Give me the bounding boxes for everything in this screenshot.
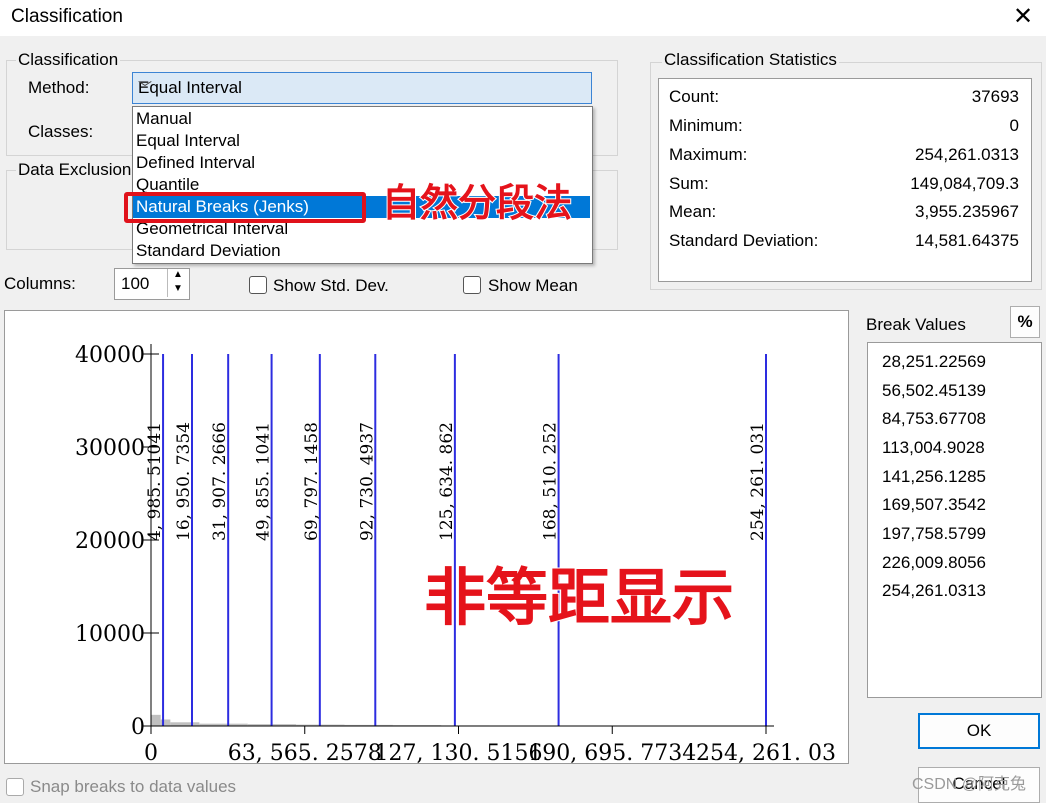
watermark: CSDN @阿克兔 — [912, 776, 1027, 793]
break-value[interactable]: 56,502.45139 — [882, 381, 986, 409]
chevron-down-icon: ﹀ — [138, 80, 152, 96]
break-value[interactable]: 141,256.1285 — [882, 467, 986, 495]
break-line-label: 31, 907. 2666 — [210, 422, 230, 541]
break-value[interactable]: 84,753.67708 — [882, 409, 986, 437]
break-value[interactable]: 254,261.0313 — [882, 581, 986, 609]
stat-key: Standard Deviation: — [669, 231, 819, 250]
method-option-defined-interval[interactable]: Defined Interval — [133, 152, 590, 174]
x-tick-label: 254, 261. 03 — [696, 741, 836, 763]
percent-button[interactable]: % — [1010, 306, 1040, 338]
stat-value: 149,084,709.3 — [910, 174, 1019, 193]
break-line-label: 168, 510. 252 — [541, 422, 561, 541]
show-std-dev-label: Show Std. Dev. — [273, 276, 389, 295]
histogram-chart: 4, 985. 51041 16, 950. 7354 31, 907. 2666 4… — [75, 343, 836, 763]
method-option-equal-interval[interactable]: Equal Interval — [133, 130, 590, 152]
break-value[interactable]: 169,507.3542 — [882, 495, 986, 523]
stat-key: Sum: — [669, 174, 709, 193]
stat-row-count: Count: 37693 — [669, 87, 1019, 115]
stat-row-sum: Sum: 149,084,709.3 — [669, 174, 1019, 202]
stat-value: 0 — [1009, 116, 1019, 135]
histogram-bar — [151, 714, 161, 726]
break-line-label: 125, 634. 862 — [437, 422, 457, 541]
x-tick-label: 190, 695. 7734 — [528, 741, 696, 763]
stat-row-std-dev: Standard Deviation: 14,581.64375 — [669, 231, 1019, 259]
break-line-label: 254, 261. 031 — [748, 422, 768, 541]
window-title: Classification — [11, 6, 123, 27]
y-tick-label: 20000 — [75, 529, 145, 554]
close-icon[interactable]: ✕ — [1010, 3, 1036, 31]
snap-breaks-checkbox[interactable] — [6, 778, 24, 796]
histogram-plot[interactable]: 4, 985. 51041 16, 950. 7354 31, 907. 2666 4… — [4, 310, 849, 764]
break-line-label: 16, 950. 7354 — [174, 422, 194, 541]
break-value[interactable]: 28,251.22569 — [882, 352, 986, 380]
stat-row-maximum: Maximum: 254,261.0313 — [669, 145, 1019, 173]
break-line-label: 92, 730. 4937 — [357, 422, 377, 541]
break-line-label: 49, 855. 1041 — [254, 422, 274, 541]
break-value[interactable]: 113,004.9028 — [882, 438, 985, 466]
method-option-manual[interactable]: Manual — [133, 108, 590, 130]
snap-breaks-label: Snap breaks to data values — [30, 777, 237, 796]
stat-value: 3,955.235967 — [915, 202, 1019, 221]
statistics-box: Count: 37693 Minimum: 0 Maximum: 254,261.03… — [658, 78, 1032, 282]
break-values-label: Break Values — [866, 315, 966, 334]
ok-button[interactable]: OK — [918, 713, 1040, 749]
show-std-dev-checkbox[interactable] — [249, 276, 267, 294]
y-tick-label: 40000 — [75, 343, 145, 368]
columns-label: Columns: — [4, 274, 76, 293]
x-tick-label: 0 — [144, 741, 158, 763]
stat-row-mean: Mean: 3,955.235967 — [669, 202, 1019, 230]
y-tick-label: 0 — [131, 715, 145, 740]
columns-value: 100 — [121, 274, 150, 293]
break-values-list[interactable]: 28,251.22569 56,502.45139 84,753.67708 1… — [867, 342, 1042, 698]
break-line-label: 4, 985. 51041 — [145, 422, 165, 541]
x-tick-label: 127, 130. 5156 — [375, 741, 543, 763]
spin-down-icon[interactable]: ▼ — [167, 283, 188, 297]
stat-value: 14,581.64375 — [915, 231, 1019, 250]
unequal-display-annotation: 非等距显示 — [423, 561, 735, 635]
data-exclusion-label: Data Exclusion — [16, 160, 132, 180]
show-mean-label: Show Mean — [488, 276, 578, 295]
title-bar — [0, 0, 1046, 36]
spin-up-icon[interactable]: ▲ — [167, 269, 188, 283]
y-tick-label: 30000 — [75, 436, 145, 461]
stat-key: Minimum: — [669, 116, 743, 135]
stat-key: Mean: — [669, 202, 717, 221]
natural-breaks-highlight-box — [124, 192, 366, 223]
x-tick-label: 63, 565. 2578 — [228, 741, 382, 763]
method-select[interactable]: Equal Interval ﹀ — [132, 72, 592, 104]
method-option-standard-deviation[interactable]: Standard Deviation — [133, 240, 590, 262]
break-value[interactable]: 226,009.8056 — [882, 553, 986, 581]
stat-value: 254,261.0313 — [915, 145, 1019, 164]
stat-row-minimum: Minimum: 0 — [669, 116, 1019, 144]
break-line-label: 69, 797. 1458 — [302, 422, 322, 541]
natural-breaks-annotation: 自然分段法 — [381, 180, 573, 226]
statistics-group-label: Classification Statistics — [662, 50, 839, 70]
classes-label: Classes: — [28, 122, 94, 141]
show-mean-checkbox[interactable] — [463, 276, 481, 294]
stat-key: Count: — [669, 87, 720, 106]
stat-key: Maximum: — [669, 145, 748, 164]
stat-value: 37693 — [971, 87, 1019, 106]
classification-group-label: Classification — [16, 50, 121, 70]
histogram-bar — [170, 722, 200, 726]
y-tick-label: 10000 — [75, 622, 145, 647]
columns-spinner[interactable]: 100 ▲ ▼ — [114, 268, 190, 300]
method-label: Method: — [28, 78, 90, 97]
break-value[interactable]: 197,758.5799 — [882, 524, 986, 552]
